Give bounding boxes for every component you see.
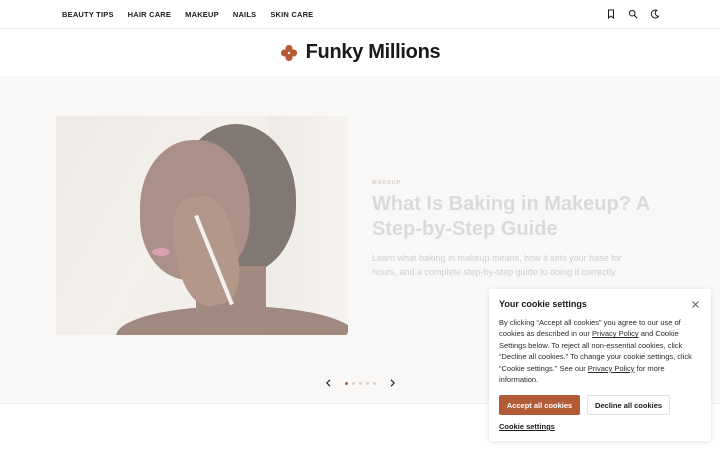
slider-controls [322,376,398,390]
chevron-left-icon[interactable] [322,377,334,389]
privacy-policy-link[interactable]: Privacy Policy [588,364,635,373]
nav-links: BEAUTY TIPS HAIR CARE MAKEUP NAILS SKIN … [62,10,327,19]
cookie-settings-link[interactable]: Cookie settings [499,422,555,431]
nav-icons [606,8,660,20]
bookmark-icon[interactable] [606,8,616,20]
nav-item-beauty-tips[interactable]: BEAUTY TIPS [62,10,114,19]
slider-dot[interactable] [372,381,376,385]
cookie-description: By clicking “Accept all cookies” you agr… [499,317,699,385]
nav-item-makeup[interactable]: MAKEUP [185,10,219,19]
nav-item-hair-care[interactable]: HAIR CARE [128,10,171,19]
article-excerpt: Learn what baking in makeup means, how i… [372,253,622,277]
slider-dot[interactable] [365,381,369,385]
clover-icon[interactable] [280,44,298,62]
moon-icon[interactable] [650,8,660,20]
featured-article-image[interactable] [56,116,348,335]
site-title[interactable]: Funky Millions [306,41,441,64]
cookie-title: Your cookie settings [499,299,587,309]
site-header: Funky Millions [0,29,720,76]
slider-dot[interactable] [351,381,355,385]
nav-item-nails[interactable]: NAILS [233,10,257,19]
article-title[interactable]: What Is Baking in Makeup? A Step-by-Step… [372,192,652,242]
nav-item-skin-care[interactable]: SKIN CARE [270,10,313,19]
accept-all-cookies-button[interactable]: Accept all cookies [499,395,580,415]
slider-dots [344,381,376,385]
privacy-policy-link[interactable]: Privacy Policy [592,329,639,338]
cookie-consent-panel: Your cookie settings By clicking “Accept… [489,289,711,441]
search-icon[interactable] [628,8,638,20]
slider-dot[interactable] [358,381,362,385]
close-icon[interactable] [690,299,700,309]
slider-dot[interactable] [344,381,348,385]
featured-article-text: MAKEUP What Is Baking in Makeup? A Step-… [372,180,652,279]
chevron-right-icon[interactable] [386,377,398,389]
top-navigation: BEAUTY TIPS HAIR CARE MAKEUP NAILS SKIN … [0,0,720,29]
article-category[interactable]: MAKEUP [372,180,652,186]
decline-all-cookies-button[interactable]: Decline all cookies [587,395,670,415]
